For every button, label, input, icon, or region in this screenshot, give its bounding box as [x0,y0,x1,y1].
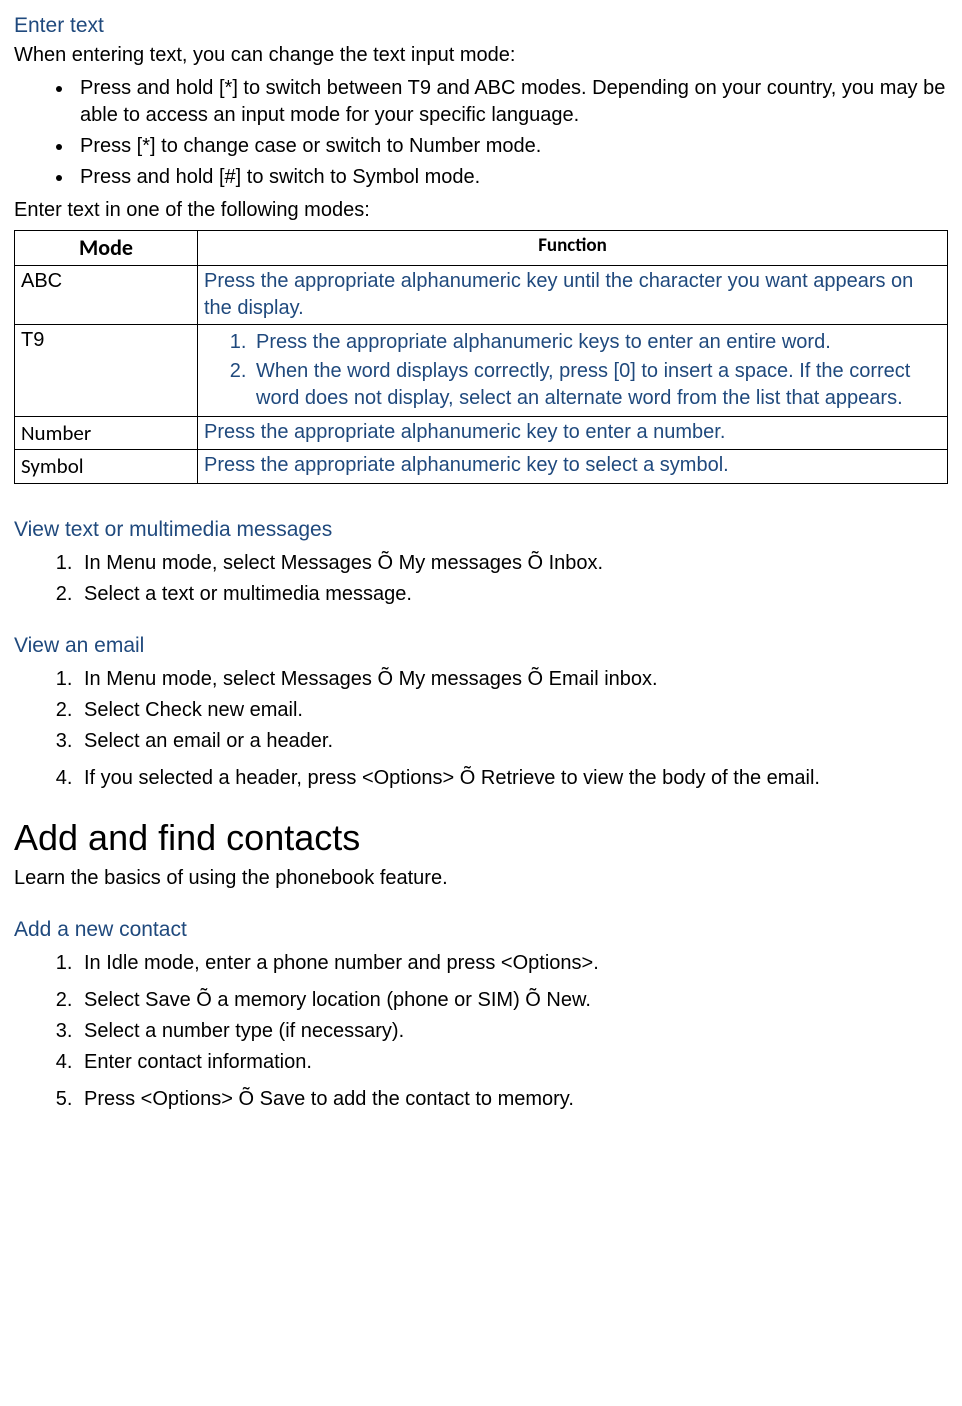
table-row: T9 Press the appropriate alphanumeric ke… [15,325,948,417]
table-row: ABC Press the appropriate alphanumeric k… [15,266,948,325]
step-item: If you selected a header, press <Options… [78,765,948,792]
mode-switch-bullets: Press and hold [*] to switch between T9 … [50,75,948,191]
mode-cell: ABC [15,266,198,325]
function-cell: Press the appropriate alphanumeric key t… [198,417,948,450]
intro-text: When entering text, you can change the t… [14,42,948,69]
table-intro: Enter text in one of the following modes… [14,197,948,224]
bullet-item: Press and hold [#] to switch to Symbol m… [74,164,948,191]
step-item: Select Check new email. [78,697,948,724]
function-cell: Press the appropriate alphanumeric key t… [198,450,948,483]
table-row: Symbol Press the appropriate alphanumeri… [15,450,948,483]
function-cell: Press the appropriate alphanumeric key u… [198,266,948,325]
step-item: In Menu mode, select Messages Õ My messa… [78,550,948,577]
section-title-enter-text: Enter text [14,12,948,40]
step-item: When the word displays correctly, press … [252,358,941,412]
table-row: Number Press the appropriate alphanumeri… [15,417,948,450]
step-item: In Menu mode, select Messages Õ My messa… [78,666,948,693]
step-item: Enter contact information. [78,1049,948,1076]
subtitle-text: Learn the basics of using the phonebook … [14,865,948,892]
add-contact-steps: In Idle mode, enter a phone number and p… [54,950,948,1113]
modes-table: Mode Function ABC Press the appropriate … [14,230,948,483]
col-header-function: Function [198,231,948,266]
view-messages-steps: In Menu mode, select Messages Õ My messa… [54,550,948,608]
mode-cell: Number [15,417,198,450]
mode-cell: Symbol [15,450,198,483]
bullet-item: Press [*] to change case or switch to Nu… [74,133,948,160]
section-title-add-contact: Add a new contact [14,916,948,944]
step-item: Press the appropriate alphanumeric keys … [252,329,941,356]
function-cell: Press the appropriate alphanumeric keys … [198,325,948,417]
view-email-steps: In Menu mode, select Messages Õ My messa… [54,666,948,792]
step-item: Press <Options> Õ Save to add the contac… [78,1086,948,1113]
step-item: Select an email or a header. [78,728,948,755]
section-title-view-messages: View text or multimedia messages [14,516,948,544]
mode-cell: T9 [15,325,198,417]
section-title-view-email: View an email [14,632,948,660]
bullet-item: Press and hold [*] to switch between T9 … [74,75,948,129]
step-item: In Idle mode, enter a phone number and p… [78,950,948,977]
heading-add-find-contacts: Add and find contacts [14,814,948,863]
step-item: Select a number type (if necessary). [78,1018,948,1045]
col-header-mode: Mode [15,231,198,266]
step-item: Select Save Õ a memory location (phone o… [78,987,948,1014]
step-item: Select a text or multimedia message. [78,581,948,608]
